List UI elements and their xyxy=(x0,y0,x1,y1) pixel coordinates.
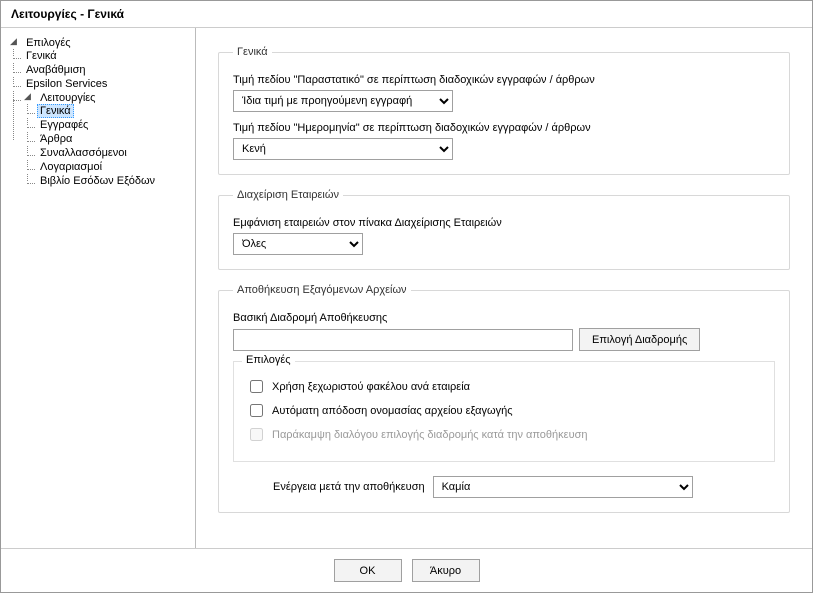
content-panel: Γενικά Τιμή πεδίου "Παραστατικό" σε περί… xyxy=(196,28,812,548)
parastatiko-select[interactable]: Ίδια τιμή με προηγούμενη εγγραφή xyxy=(233,90,453,112)
group-companies-legend: Διαχείριση Εταιρειών xyxy=(233,189,343,201)
window-body: ◢ Επιλογές Γενικά Αναβάθμιση Epsilon Ser… xyxy=(1,28,812,548)
chk-bypass-label: Παράκαμψη διαλόγου επιλογής διαδρομής κα… xyxy=(272,429,588,441)
nav-tree: ◢ Επιλογές Γενικά Αναβάθμιση Epsilon Ser… xyxy=(5,36,191,190)
post-save-row: Ενέργεια μετά την αποθήκευση Καμία xyxy=(273,476,775,498)
chk-autoname-label: Αυτόματη απόδοση ονομασίας αρχείου εξαγω… xyxy=(272,405,513,417)
export-options-group: Επιλογές Χρήση ξεχωριστού φακέλου ανά ετ… xyxy=(233,361,775,462)
tree-toggle-icon[interactable]: ◢ xyxy=(23,93,32,102)
chk-bypass-row: Παράκαμψη διαλόγου επιλογής διαδρομής κα… xyxy=(246,425,762,444)
chk-folder-label: Χρήση ξεχωριστού φακέλου ανά εταιρεία xyxy=(272,381,470,393)
dialog-footer: OK Άκυρο xyxy=(1,548,812,592)
tree-item-epsilon[interactable]: Epsilon Services xyxy=(23,77,110,91)
chk-folder-row[interactable]: Χρήση ξεχωριστού φακέλου ανά εταιρεία xyxy=(246,377,762,396)
export-options-legend: Επιλογές xyxy=(242,354,295,366)
tree-item-l-eggrafes[interactable]: Εγγραφές xyxy=(37,118,91,132)
post-save-select[interactable]: Καμία xyxy=(433,476,693,498)
window-title: Λειτουργίες - Γενικά xyxy=(1,1,812,28)
tree-item-l-vivlio[interactable]: Βιβλίο Εσόδων Εξόδων xyxy=(37,174,158,188)
parastatiko-label: Τιμή πεδίου "Παραστατικό" σε περίπτωση δ… xyxy=(233,74,775,86)
group-export-legend: Αποθήκευση Εξαγόμενων Αρχείων xyxy=(233,284,411,296)
chk-bypass xyxy=(250,428,263,441)
export-path-input[interactable] xyxy=(233,329,573,351)
tree-root[interactable]: Επιλογές xyxy=(23,36,74,50)
tree-item-l-synal[interactable]: Συναλλασσόμενοι xyxy=(37,146,130,160)
tree-toggle-icon[interactable]: ◢ xyxy=(9,38,18,47)
tree-item-leitourgies[interactable]: Λειτουργίες xyxy=(37,91,98,105)
chk-folder[interactable] xyxy=(250,380,263,393)
settings-window: Λειτουργίες - Γενικά ◢ Επιλογές Γενικά Α… xyxy=(0,0,813,593)
tree-item-l-arthra[interactable]: Άρθρα xyxy=(37,132,75,146)
group-export: Αποθήκευση Εξαγόμενων Αρχείων Βασική Δια… xyxy=(218,284,790,513)
group-general: Γενικά Τιμή πεδίου "Παραστατικό" σε περί… xyxy=(218,46,790,175)
tree-item-l-genika[interactable]: Γενικά xyxy=(37,104,74,118)
tree-item-anavathmisi[interactable]: Αναβάθμιση xyxy=(23,63,89,77)
tree-item-l-logar[interactable]: Λογαριασμοί xyxy=(37,160,105,174)
sidebar: ◢ Επιλογές Γενικά Αναβάθμιση Epsilon Ser… xyxy=(1,28,196,548)
tree-item-genika[interactable]: Γενικά xyxy=(23,49,60,63)
imerominia-select[interactable]: Κενή xyxy=(233,138,453,160)
export-path-label: Βασική Διαδρομή Αποθήκευσης xyxy=(233,312,775,324)
cancel-button[interactable]: Άκυρο xyxy=(412,559,480,582)
ok-button[interactable]: OK xyxy=(334,559,402,582)
group-general-legend: Γενικά xyxy=(233,46,272,58)
chk-autoname-row[interactable]: Αυτόματη απόδοση ονομασίας αρχείου εξαγω… xyxy=(246,401,762,420)
chk-autoname[interactable] xyxy=(250,404,263,417)
imerominia-label: Τιμή πεδίου "Ημερομηνία" σε περίπτωση δι… xyxy=(233,122,775,134)
companies-show-label: Εμφάνιση εταιρειών στον πίνακα Διαχείρισ… xyxy=(233,217,775,229)
companies-show-select[interactable]: Όλες xyxy=(233,233,363,255)
post-save-label: Ενέργεια μετά την αποθήκευση xyxy=(273,481,425,493)
group-companies: Διαχείριση Εταιρειών Εμφάνιση εταιρειών … xyxy=(218,189,790,270)
browse-button[interactable]: Επιλογή Διαδρομής xyxy=(579,328,700,351)
